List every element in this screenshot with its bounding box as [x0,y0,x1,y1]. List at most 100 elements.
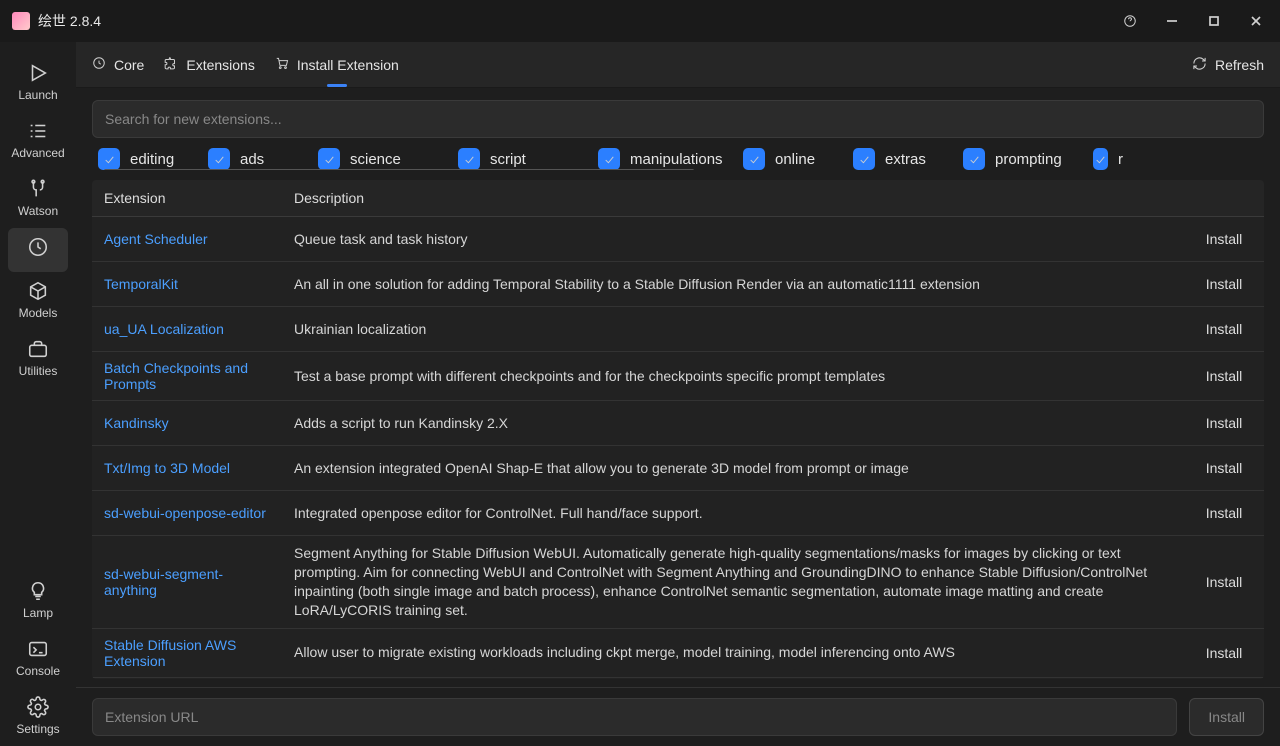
checkbox-icon[interactable] [1093,148,1108,170]
window-title: 绘世 2.8.4 [38,11,101,31]
play-icon [27,62,49,84]
extension-link[interactable]: Batch Checkpoints and Prompts [104,360,248,392]
titlebar: 绘世 2.8.4 [0,0,1280,42]
tab-install-extension[interactable]: Install Extension [275,42,399,87]
sidebar-item-history[interactable] [8,228,68,272]
sidebar-item-settings[interactable]: Settings [8,688,68,746]
extension-description: Allow user to migrate existing workloads… [282,628,1184,677]
history-icon [27,236,49,258]
extension-link[interactable]: Txt/Img to 3D Model [104,460,230,476]
sidebar-item-launch[interactable]: Launch [8,54,68,112]
tab-label: Extensions [186,57,254,73]
clock-icon [92,56,106,73]
table-row: Txt/Img to 3D Model An extension integrat… [92,446,1264,491]
maximize-icon[interactable] [1202,9,1226,33]
row-install-button[interactable]: Install [1198,639,1251,667]
extension-url-box[interactable] [92,698,1177,736]
row-install-button[interactable]: Install [1198,225,1251,253]
table-row: ua_UA Localization Ukrainian localization… [92,307,1264,352]
help-icon[interactable] [1118,9,1142,33]
filter-label: prompting [995,151,1062,168]
sidebar-item-label: Console [16,664,60,678]
extension-link[interactable]: TemporalKit [104,276,178,292]
filter-manipulations[interactable]: manipulations [598,148,733,170]
filter-row: editing ads science script manipulations onli… [92,148,1264,170]
list-icon [27,120,49,142]
table-row: Batch Checkpoints and PromptsTest a base… [92,352,1264,401]
extension-description: An extension integrated OpenAI Shap-E th… [282,446,1184,491]
refresh-button[interactable]: Refresh [1192,56,1264,74]
row-install-button[interactable]: Install [1198,568,1251,596]
sidebar-item-watson[interactable]: Watson [8,170,68,228]
checkbox-icon[interactable] [963,148,985,170]
sidebar-item-lamp[interactable]: Lamp [8,572,68,630]
bulb-icon [27,580,49,602]
filter-r[interactable]: r [1093,148,1123,170]
refresh-icon [1192,56,1207,74]
install-button[interactable]: Install [1189,698,1264,736]
bottom-bar: Install [76,687,1280,746]
filter-ads[interactable]: ads [208,148,308,170]
filter-label: extras [885,151,926,168]
tab-core[interactable]: Core [92,42,144,87]
tab-extensions[interactable]: Extensions [164,42,254,87]
filter-label: science [350,151,401,168]
row-install-button[interactable]: Install [1198,499,1251,527]
filter-extras[interactable]: extras [853,148,953,170]
checkbox-icon[interactable] [98,148,120,170]
checkbox-icon[interactable] [598,148,620,170]
tabstrip: Core Extensions Install Extension Refres… [76,42,1280,88]
tab-label: Core [114,57,144,73]
toolbox-icon [27,338,49,360]
checkbox-icon[interactable] [208,148,230,170]
search-box[interactable] [92,100,1264,138]
extension-link[interactable]: ua_UA Localization [104,321,224,337]
extension-description: Ukrainian localization [282,307,1184,352]
search-input[interactable] [105,111,1251,127]
table-row: Aesthetic GradientsAllows training an em… [92,677,1264,679]
sidebar: Launch Advanced Watson Models Utilities [0,42,76,746]
refresh-label: Refresh [1215,57,1264,73]
tools-icon [27,178,49,200]
checkbox-icon[interactable] [743,148,765,170]
extension-link[interactable]: sd-webui-openpose-editor [104,505,266,521]
row-install-button[interactable]: Install [1198,315,1251,343]
extensions-table[interactable]: Extension Description Agent SchedulerQue… [92,180,1264,679]
extension-description: Allows training an embedding from one or… [282,677,1184,679]
sidebar-item-console[interactable]: Console [8,630,68,688]
sidebar-item-label: Advanced [11,146,64,160]
app-icon [12,12,30,30]
table-row: Stable Diffusion AWS Extension Allow user… [92,628,1264,677]
filter-label: script [490,151,526,168]
close-icon[interactable] [1244,9,1268,33]
minimize-icon[interactable] [1160,9,1184,33]
extension-description: An all in one solution for adding Tempor… [282,262,1184,307]
filter-label: manipulations [630,151,723,168]
extension-link[interactable]: sd-webui-segment-anything [104,566,223,598]
filter-science[interactable]: science [318,148,448,170]
row-install-button[interactable]: Install [1198,362,1251,390]
filter-label: r [1118,151,1123,168]
sidebar-item-label: Utilities [19,364,58,378]
filter-script[interactable]: script [458,148,588,170]
checkbox-icon[interactable] [318,148,340,170]
sidebar-item-advanced[interactable]: Advanced [8,112,68,170]
extension-link[interactable]: Kandinsky [104,415,169,431]
col-description: Description [282,180,1184,217]
filter-editing[interactable]: editing [98,148,198,170]
sidebar-item-label: Settings [16,722,59,736]
extension-link[interactable]: Stable Diffusion AWS Extension [104,637,236,669]
row-install-button[interactable]: Install [1198,270,1251,298]
filter-label: editing [130,151,174,168]
sidebar-item-utilities[interactable]: Utilities [8,330,68,388]
row-install-button[interactable]: Install [1198,409,1251,437]
extension-link[interactable]: Agent Scheduler [104,231,208,247]
checkbox-icon[interactable] [458,148,480,170]
filter-online[interactable]: online [743,148,843,170]
filter-prompting[interactable]: prompting [963,148,1083,170]
sidebar-item-models[interactable]: Models [8,272,68,330]
extension-url-input[interactable] [105,709,1164,725]
sidebar-item-label: Models [19,306,58,320]
row-install-button[interactable]: Install [1198,454,1251,482]
checkbox-icon[interactable] [853,148,875,170]
